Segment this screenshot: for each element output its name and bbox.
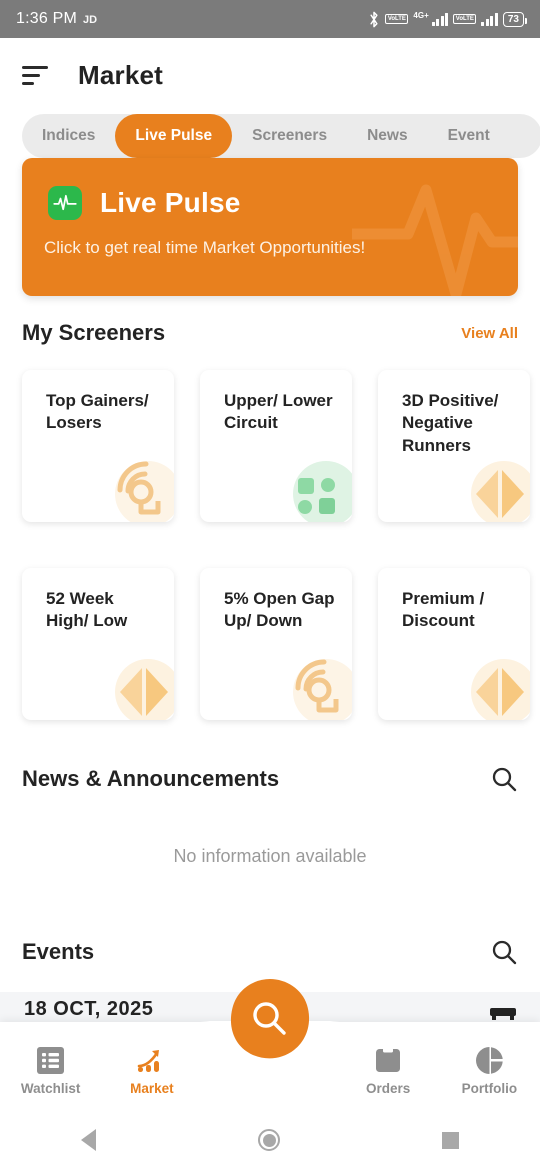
radar-signal-icon: [115, 461, 174, 522]
app-root: 1:36 PM JD VoLTE 4G+ VoLTE 73 Market Ind…: [0, 0, 540, 1170]
status-bar-left: 1:36 PM JD: [16, 10, 97, 28]
network-type-label: 4G+: [413, 10, 429, 20]
bowtie-arrows-icon: [471, 461, 530, 522]
screener-card-3d-positive-negative-runners[interactable]: 3D Positive/ Negative Runners: [378, 370, 530, 522]
trending-up-chart-icon: [138, 1049, 160, 1072]
nav-item-orders[interactable]: Orders: [338, 1022, 439, 1110]
live-pulse-banner[interactable]: Live Pulse Click to get real time Market…: [22, 158, 518, 296]
news-header: News & Announcements: [22, 765, 518, 793]
tab-indices[interactable]: Indices: [22, 114, 115, 158]
screener-card-top-gainers-losers[interactable]: Top Gainers/ Losers: [22, 370, 174, 522]
nav-item-watchlist[interactable]: Watchlist: [0, 1022, 101, 1110]
bluetooth-icon: [370, 11, 378, 27]
screener-card-52-week-high-low[interactable]: 52 Week High/ Low: [22, 568, 174, 720]
android-system-nav: [0, 1110, 540, 1170]
search-icon[interactable]: [490, 765, 518, 793]
market-tab-strip[interactable]: Indices Live Pulse Screeners News Event: [22, 114, 540, 158]
status-bar-time: 1:36 PM: [16, 10, 77, 27]
live-pulse-subtitle: Click to get real time Market Opportunit…: [44, 238, 366, 257]
nav-label-market: Market: [130, 1080, 174, 1096]
volte-icon-2: VoLTE: [453, 14, 477, 24]
tab-screeners[interactable]: Screeners: [232, 114, 347, 158]
hamburger-menu-icon[interactable]: [22, 65, 48, 85]
nav-item-market[interactable]: Market: [101, 1022, 202, 1110]
screener-card-premium-discount[interactable]: Premium / Discount: [378, 568, 530, 720]
screener-card-row-1: Top Gainers/ Losers Upper/ Lower Circuit…: [22, 370, 532, 522]
events-date: 18 OCT, 2025: [24, 998, 154, 1020]
battery-icon: 73: [502, 11, 528, 27]
events-header: Events: [22, 938, 518, 966]
search-icon[interactable]: [490, 938, 518, 966]
nav-item-portfolio[interactable]: Portfolio: [439, 1022, 540, 1110]
tab-live-pulse[interactable]: Live Pulse: [115, 114, 233, 158]
screener-card-label: Top Gainers/ Losers: [46, 391, 149, 433]
my-screeners-header: My Screeners View All: [22, 320, 518, 346]
view-all-button[interactable]: View All: [461, 325, 518, 342]
screener-card-label: Premium / Discount: [402, 589, 485, 631]
screener-card-5-percent-open-gap-up-down[interactable]: 5% Open Gap Up/ Down: [200, 568, 352, 720]
floating-search-button[interactable]: [226, 975, 314, 1063]
screener-card-label: Upper/ Lower Circuit: [224, 391, 333, 433]
live-pulse-header: Live Pulse: [48, 186, 241, 220]
live-pulse-title: Live Pulse: [100, 187, 241, 218]
pulse-waveform-watermark-icon: [352, 184, 518, 296]
status-bar-carrier: JD: [83, 14, 98, 26]
folder-book-icon: [376, 1047, 401, 1072]
nav-label-watchlist: Watchlist: [20, 1080, 81, 1096]
page-title: Market: [78, 59, 164, 90]
home-circle-icon[interactable]: [258, 1129, 280, 1151]
search-icon: [230, 979, 310, 1059]
events-title: Events: [22, 939, 95, 964]
screener-card-label: 5% Open Gap Up/ Down: [224, 589, 335, 631]
app-header: Market: [0, 38, 540, 112]
tab-events[interactable]: Event: [428, 114, 510, 158]
volte-icon-1: VoLTE: [385, 14, 409, 24]
bowtie-arrows-icon: [471, 659, 530, 720]
screener-card-label: 52 Week High/ Low: [46, 589, 128, 631]
news-empty-message: No information available: [173, 846, 367, 866]
grid-squares-icon: [293, 461, 352, 522]
back-triangle-icon[interactable]: [81, 1129, 96, 1151]
signal-bars-icon-1: [431, 12, 449, 26]
calendar-icon: [490, 1008, 516, 1020]
list-grid-icon: [37, 1046, 65, 1074]
my-screeners-title: My Screeners: [22, 320, 166, 345]
radar-signal-icon: [293, 659, 352, 720]
status-bar: 1:36 PM JD VoLTE 4G+ VoLTE 73: [0, 0, 540, 38]
news-title: News & Announcements: [22, 766, 280, 791]
pie-chart-icon: [475, 1046, 503, 1074]
bowtie-arrows-icon: [115, 659, 174, 720]
screener-card-row-2: 52 Week High/ Low 5% Open Gap Up/ Down P…: [22, 568, 532, 720]
pulse-wave-icon: [48, 186, 82, 220]
tab-news[interactable]: News: [347, 114, 428, 158]
nav-label-orders: Orders: [365, 1080, 411, 1096]
signal-bars-icon-2: [481, 12, 498, 26]
status-bar-right: VoLTE 4G+ VoLTE 73: [368, 10, 528, 28]
nav-label-portfolio: Portfolio: [461, 1080, 518, 1096]
screener-card-upper-lower-circuit[interactable]: Upper/ Lower Circuit: [200, 370, 352, 522]
recents-square-icon[interactable]: [442, 1131, 459, 1149]
